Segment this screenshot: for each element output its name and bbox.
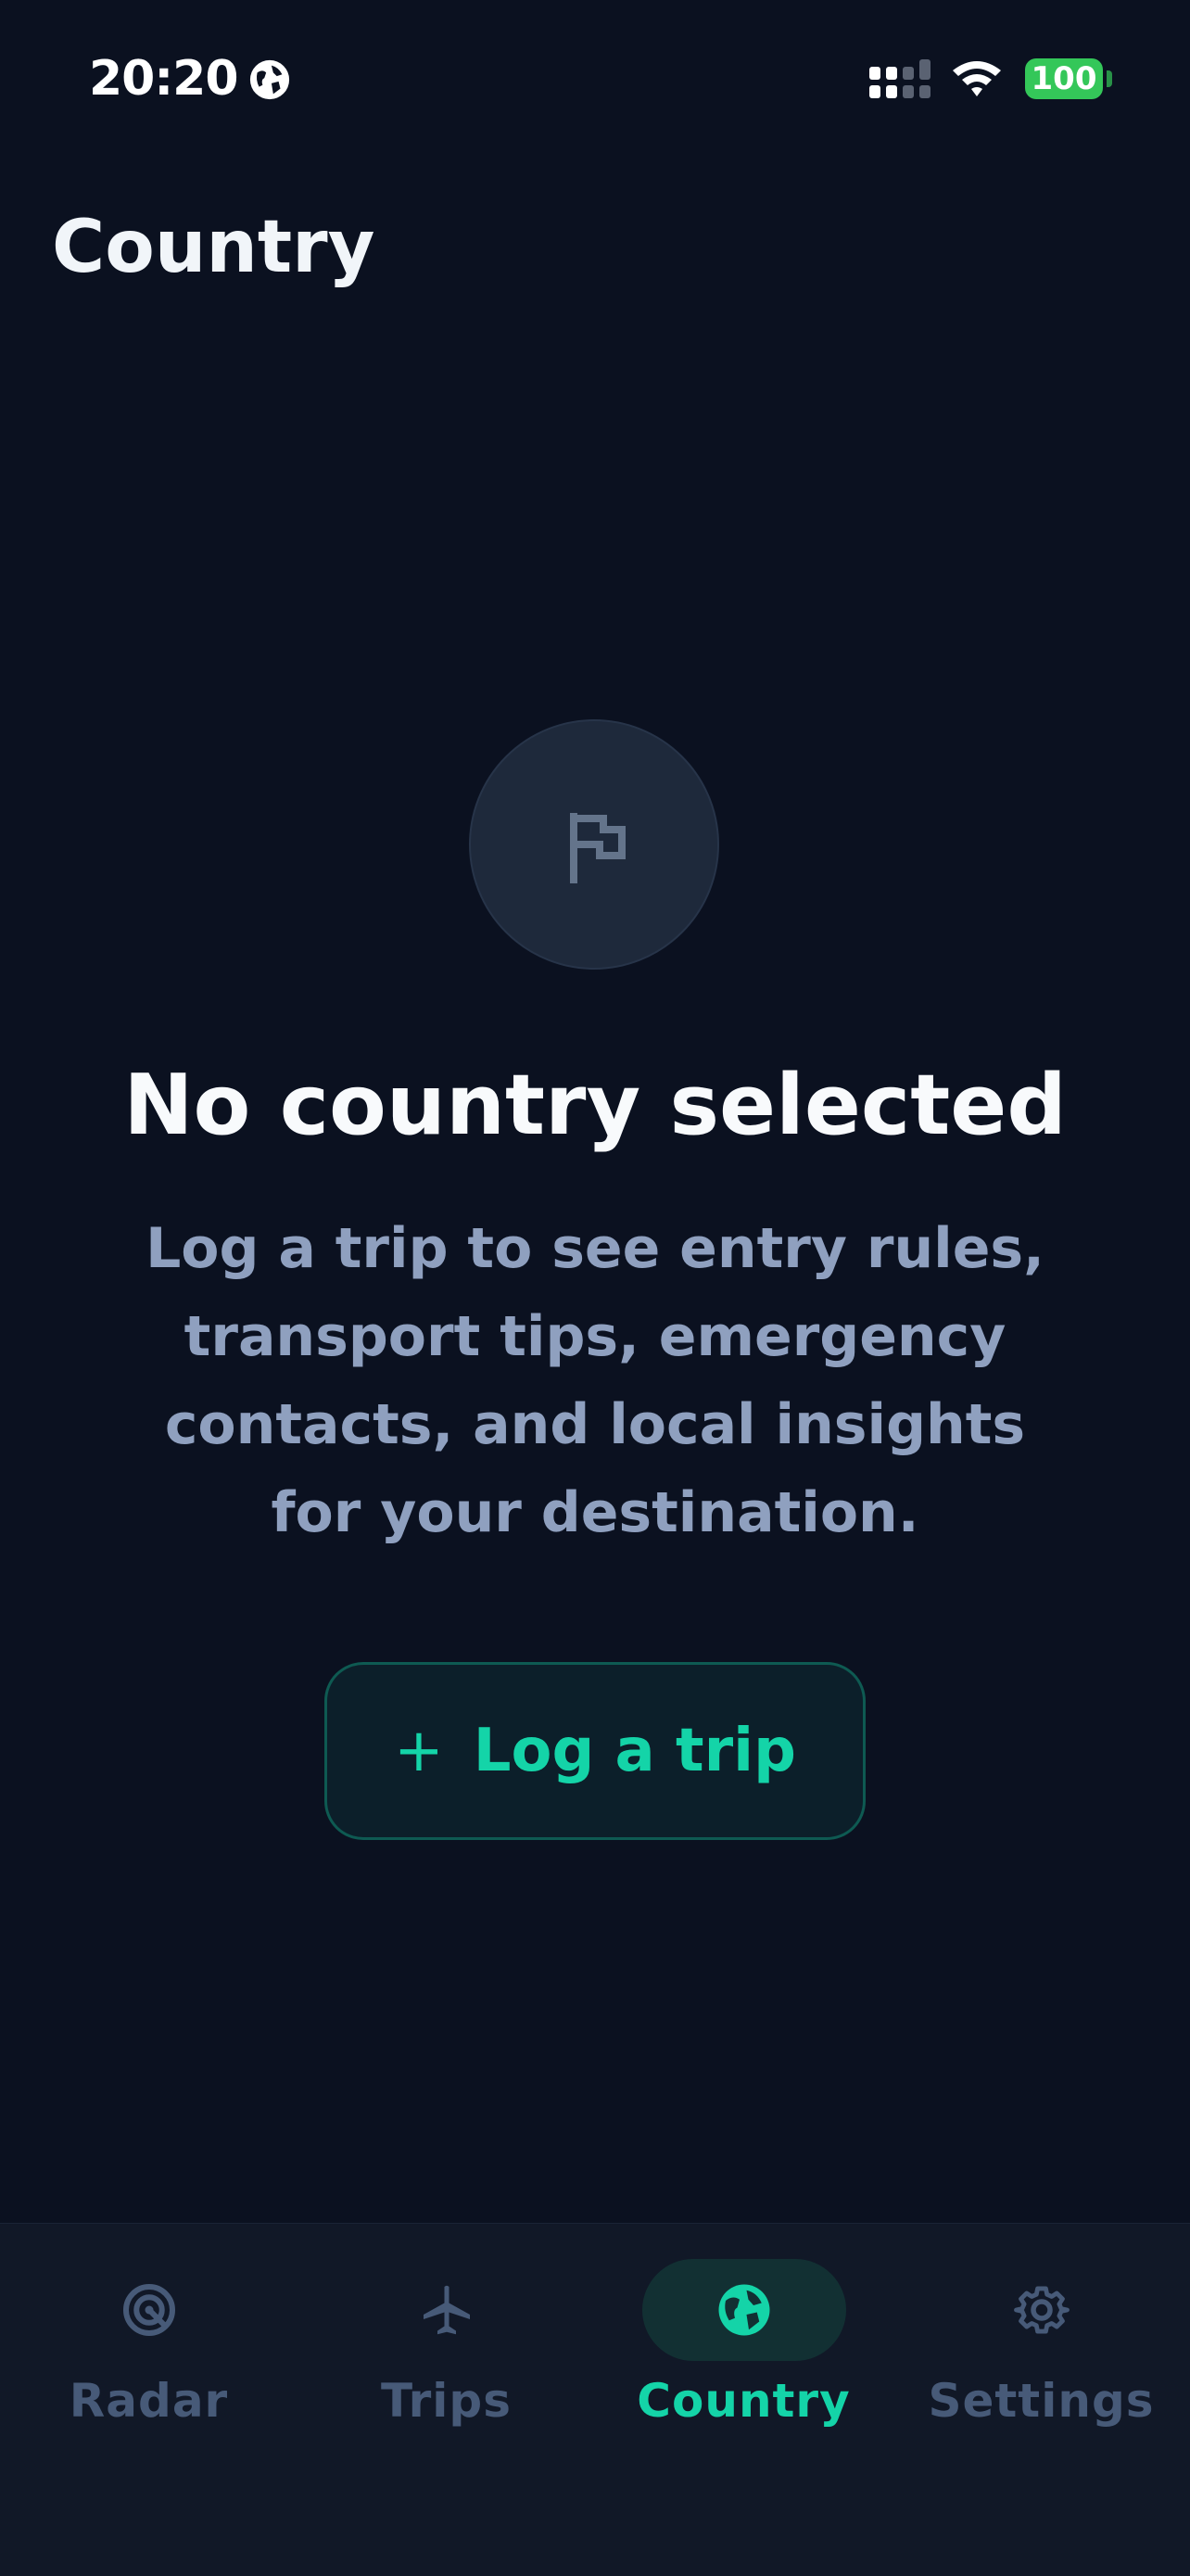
tab-radar-label: Radar [69, 2374, 229, 2428]
log-trip-button[interactable]: + Log a trip [324, 1662, 866, 1840]
tab-trips-label: Trips [381, 2374, 512, 2428]
battery-indicator: 100 [1025, 58, 1103, 99]
empty-state-description: Log a trip to see entry rules, transport… [146, 1216, 1044, 1545]
tab-settings[interactable]: Settings [892, 2259, 1190, 2444]
location-globe-icon [249, 59, 290, 100]
log-trip-label: Log a trip [473, 1717, 796, 1785]
tab-radar[interactable]: Radar [0, 2259, 298, 2444]
globe-icon [718, 2284, 769, 2336]
empty-state-icon-circle [469, 719, 719, 970]
page-title: Country [52, 206, 375, 289]
tab-country-label: Country [637, 2374, 851, 2428]
status-time: 20:20 [89, 51, 239, 107]
tab-settings-icon-wrap [940, 2259, 1144, 2361]
empty-state-title: No country selected [123, 1057, 1067, 1154]
tab-trips-icon-wrap [345, 2259, 549, 2361]
plus-icon: + [394, 1717, 444, 1785]
airplane-icon [423, 2285, 470, 2335]
wifi-icon [953, 61, 1001, 96]
tab-country-icon-wrap [641, 2259, 846, 2361]
cellular-signal-icon [869, 59, 930, 98]
status-bar: 20:20 100 [0, 0, 1190, 158]
tab-radar-icon-wrap [47, 2259, 251, 2361]
gear-icon [1013, 2286, 1070, 2334]
battery-nub [1107, 70, 1112, 87]
tab-bar: Radar Trips Country Settings [0, 2223, 1190, 2576]
flag-icon [570, 813, 626, 883]
tab-country[interactable]: Country [595, 2259, 892, 2444]
tab-trips[interactable]: Trips [298, 2259, 595, 2444]
radar-icon [122, 2284, 175, 2336]
tab-settings-label: Settings [928, 2374, 1155, 2428]
